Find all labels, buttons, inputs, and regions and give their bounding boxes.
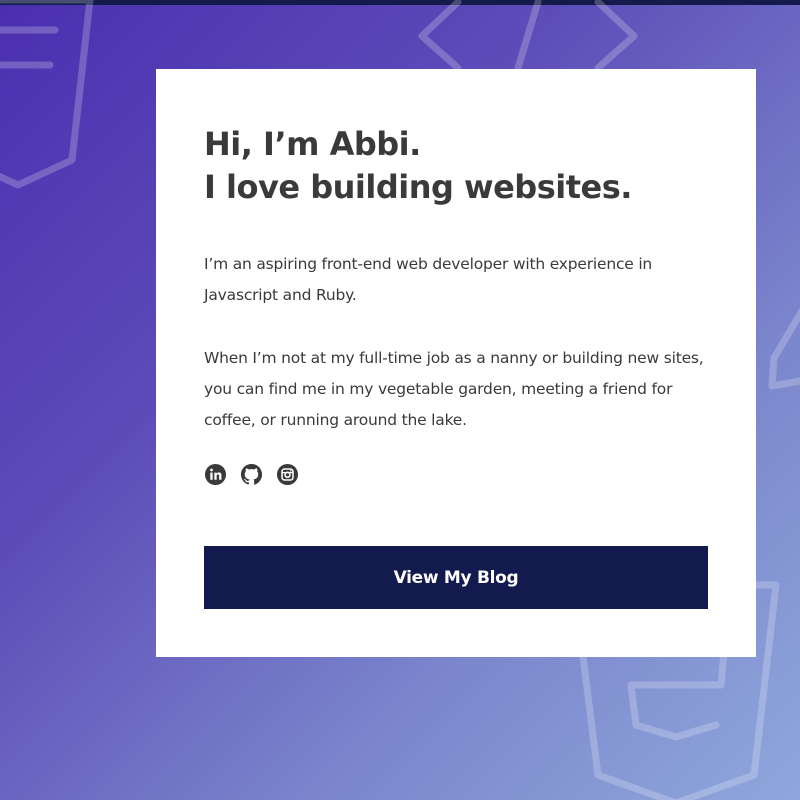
partial-shape-icon bbox=[768, 307, 800, 390]
top-bar bbox=[0, 0, 800, 5]
about-paragraph-1: I’m an aspiring front-end web developer … bbox=[204, 255, 653, 304]
page-title: Hi, I’m Abbi. I love building websites. bbox=[204, 123, 708, 209]
about-paragraph-2: When I’m not at my full-time job as a na… bbox=[204, 349, 704, 429]
code-brackets-icon bbox=[418, 0, 638, 70]
linkedin-icon bbox=[204, 463, 227, 485]
intro-card: Hi, I’m Abbi. I love building websites. … bbox=[156, 69, 756, 657]
view-blog-button[interactable]: View My Blog bbox=[204, 546, 708, 609]
greeting-line: Hi, I’m Abbi. bbox=[204, 125, 421, 163]
instagram-link[interactable] bbox=[276, 463, 299, 486]
linkedin-link[interactable] bbox=[204, 463, 227, 486]
social-links bbox=[204, 462, 708, 486]
html5-shield-icon bbox=[0, 0, 94, 189]
github-link[interactable] bbox=[240, 463, 263, 486]
tagline-line: I love building websites. bbox=[204, 168, 632, 206]
instagram-icon bbox=[276, 463, 299, 485]
github-icon bbox=[240, 463, 263, 485]
